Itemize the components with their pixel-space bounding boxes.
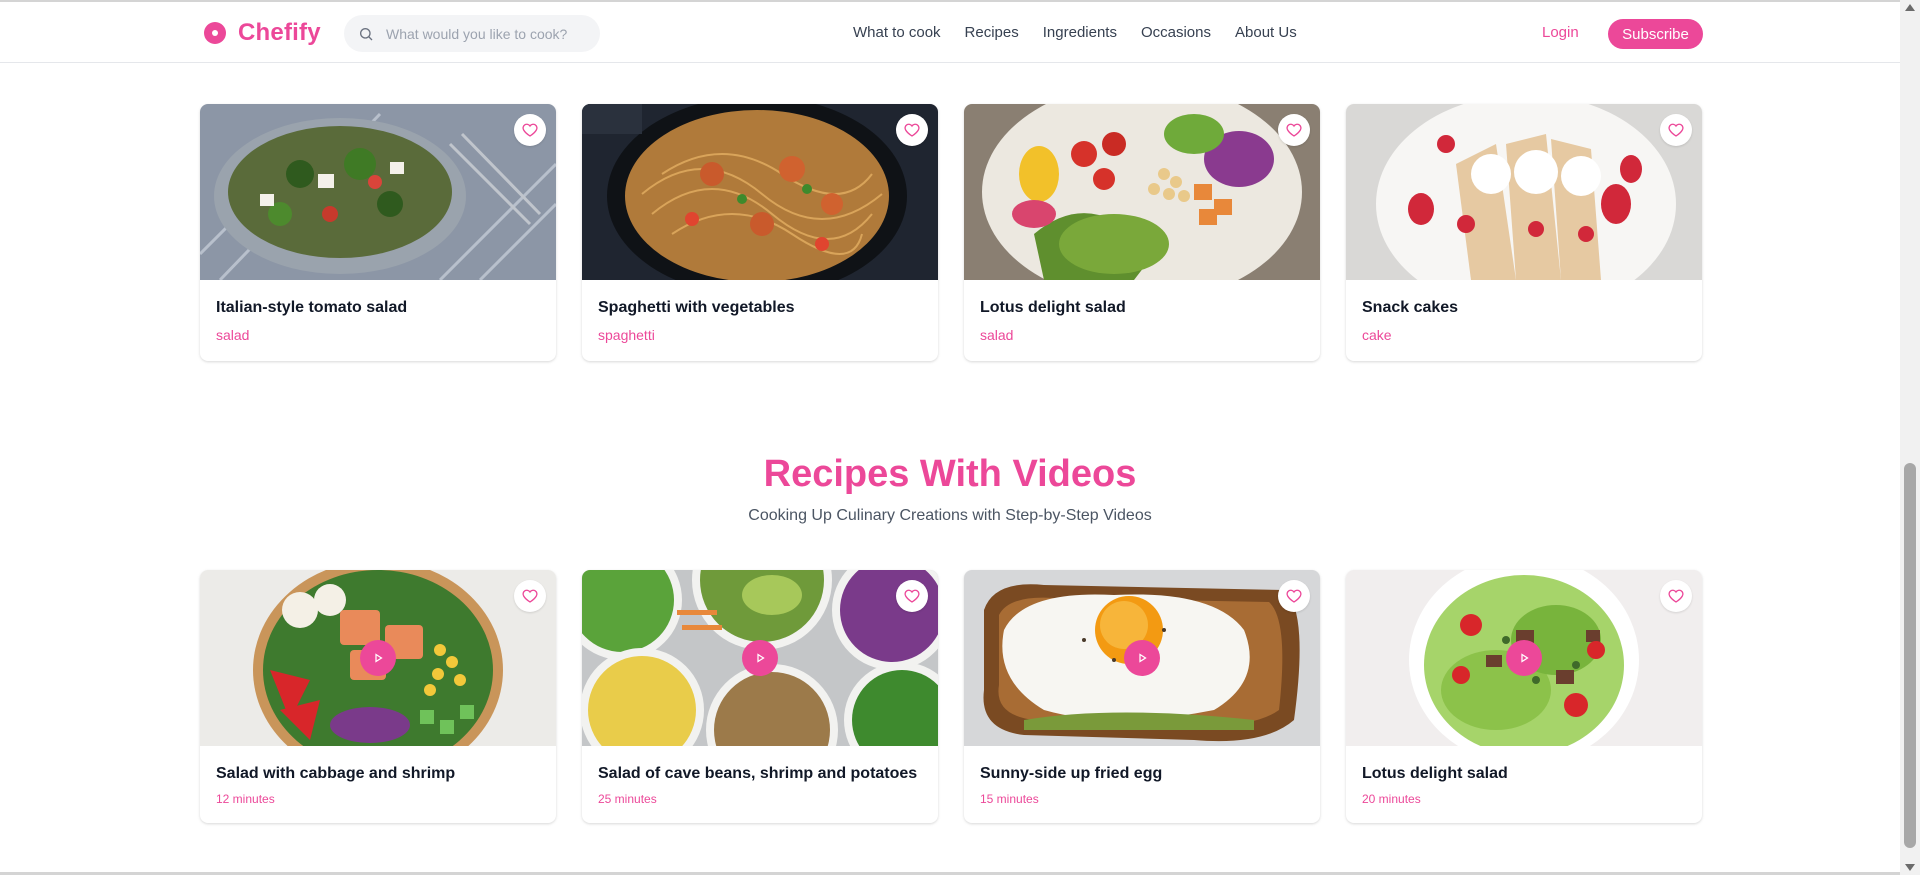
brand-logo[interactable]: Chefify (204, 19, 321, 47)
recipe-title: Lotus delight salad (980, 299, 1126, 316)
video-recipe-card[interactable]: Sunny-side up fried egg 15 minutes (964, 570, 1320, 823)
nav-what-to-cook[interactable]: What to cook (853, 24, 941, 41)
video-recipe-card[interactable]: Salad of cave beans, shrimp and potatoes… (582, 570, 938, 823)
recipe-card[interactable]: Lotus delight salad salad (964, 104, 1320, 361)
nav-occasions[interactable]: Occasions (1141, 24, 1211, 41)
video-recipe-card[interactable]: Lotus delight salad 20 minutes (1346, 570, 1702, 823)
recipe-duration: 20 minutes (1362, 792, 1421, 806)
recipe-image (200, 570, 556, 746)
recipe-duration: 12 minutes (216, 792, 275, 806)
recipe-card[interactable]: Italian-style tomato salad salad (200, 104, 556, 361)
recipe-tag[interactable]: salad (216, 327, 249, 343)
recipe-card[interactable]: Spaghetti with vegetables spaghetti (582, 104, 938, 361)
recipe-image (964, 570, 1320, 746)
heart-icon (1286, 123, 1302, 137)
recipe-image (582, 104, 938, 280)
favorite-button[interactable] (514, 114, 546, 146)
heart-icon (904, 589, 920, 603)
heart-icon (904, 123, 920, 137)
nav-recipes[interactable]: Recipes (965, 24, 1019, 41)
brand-name: Chefify (238, 19, 321, 46)
favorite-button[interactable] (1278, 580, 1310, 612)
favorite-button[interactable] (514, 580, 546, 612)
heart-icon (1668, 589, 1684, 603)
heart-icon (522, 589, 538, 603)
vertical-scrollbar[interactable] (1900, 0, 1920, 875)
search-input[interactable] (386, 25, 586, 42)
section-title: Recipes With Videos (763, 453, 1137, 495)
search-icon (360, 27, 373, 40)
donut-logo-icon (204, 22, 226, 44)
play-video-button[interactable] (1506, 640, 1542, 676)
favorite-button[interactable] (1660, 114, 1692, 146)
heart-icon (1668, 123, 1684, 137)
veggie-bowl-photo (964, 104, 1320, 280)
recipe-grid: Italian-style tomato salad salad Spaghet… (200, 104, 1702, 361)
nav-about-us[interactable]: About Us (1235, 24, 1297, 41)
play-icon (1139, 653, 1147, 663)
page: Chefify What to cook Recipes Ingredients… (0, 0, 1920, 875)
recipe-image (1346, 570, 1702, 746)
scroll-thumb[interactable] (1904, 463, 1916, 848)
heart-icon (522, 123, 538, 137)
site-header: Chefify What to cook Recipes Ingredients… (0, 2, 1900, 63)
scroll-down-arrow-icon[interactable] (1905, 864, 1915, 871)
play-video-button[interactable] (742, 640, 778, 676)
recipe-tag[interactable]: cake (1362, 327, 1392, 343)
tomato-salad-photo (200, 104, 556, 280)
play-icon (375, 653, 383, 663)
recipe-title: Snack cakes (1362, 299, 1459, 316)
favorite-button[interactable] (896, 580, 928, 612)
recipe-image (964, 104, 1320, 280)
favorite-button[interactable] (896, 114, 928, 146)
recipe-title: Salad with cabbage and shrimp (216, 765, 456, 782)
section-subtitle: Cooking Up Culinary Creations with Step-… (748, 507, 1152, 524)
play-icon (757, 653, 765, 663)
recipe-title: Sunny-side up fried egg (980, 765, 1163, 782)
heart-icon (1286, 589, 1302, 603)
recipe-image (1346, 104, 1702, 280)
recipe-image (200, 104, 556, 280)
recipe-duration: 15 minutes (980, 792, 1039, 806)
video-recipe-grid: Salad with cabbage and shrimp 12 minutes (200, 570, 1702, 823)
recipe-title: Spaghetti with vegetables (598, 299, 795, 316)
favorite-button[interactable] (1660, 580, 1692, 612)
play-video-button[interactable] (360, 640, 396, 676)
recipe-card[interactable]: Snack cakes cake (1346, 104, 1702, 361)
search-bar[interactable] (344, 15, 600, 52)
recipe-duration: 25 minutes (598, 792, 657, 806)
video-recipe-card[interactable]: Salad with cabbage and shrimp 12 minutes (200, 570, 556, 823)
subscribe-button[interactable]: Subscribe (1608, 19, 1703, 49)
scroll-up-arrow-icon[interactable] (1905, 4, 1915, 11)
recipe-tag[interactable]: spaghetti (598, 327, 655, 343)
recipe-image (582, 570, 938, 746)
recipe-title: Lotus delight salad (1362, 765, 1508, 782)
spaghetti-photo (582, 104, 938, 280)
favorite-button[interactable] (1278, 114, 1310, 146)
recipe-title: Salad of cave beans, shrimp and potatoes (598, 765, 918, 782)
nav-ingredients[interactable]: Ingredients (1043, 24, 1117, 41)
recipe-tag[interactable]: salad (980, 327, 1013, 343)
recipe-title: Italian-style tomato salad (216, 299, 408, 316)
play-icon (1521, 653, 1529, 663)
login-link[interactable]: Login (1542, 24, 1579, 41)
main-nav: What to cook Recipes Ingredients Occasio… (853, 24, 1297, 41)
play-video-button[interactable] (1124, 640, 1160, 676)
snack-cakes-photo (1346, 104, 1702, 280)
